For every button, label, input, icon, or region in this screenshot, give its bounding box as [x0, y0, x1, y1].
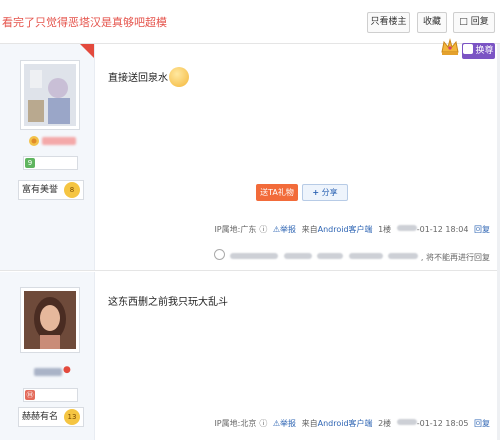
comment-notice-1: , 将不能再进行回复 — [211, 249, 490, 263]
avatar[interactable] — [24, 291, 76, 349]
year-blurred — [396, 225, 417, 231]
help-icon[interactable]: ⓘ — [259, 225, 267, 234]
level-icon: 9 — [25, 158, 35, 168]
report-link[interactable]: 举报 — [280, 225, 296, 234]
thread-title: 看完了只觉得恶塔汉是真够吧超模 — [2, 16, 167, 29]
level-box-2: Ⓜ — [23, 388, 78, 402]
username-blurred[interactable] — [34, 368, 62, 376]
medal-badge-icon — [29, 136, 39, 146]
post-date: -01-12 18:05 — [416, 419, 469, 428]
reply-button[interactable]: □ 回复 — [453, 12, 495, 33]
post-2: ● Ⓜ 赫赫有名 13 这东西删之前我只玩大乱斗 IP属地:北京 ⓘ ⚠举报 来自… — [0, 272, 500, 440]
rank-label: 赫赫有名 — [22, 412, 59, 422]
corner-ribbon — [80, 44, 94, 58]
clock-icon — [213, 249, 225, 260]
source-app-link[interactable]: Android客户端 — [318, 419, 373, 428]
avatar-frame-2 — [20, 287, 80, 353]
report-link[interactable]: 举报 — [280, 419, 296, 428]
blurred-text — [388, 253, 419, 259]
author-sidebar-1: 9 富有美誉 8 — [0, 44, 95, 270]
comment-icon: □ — [459, 17, 468, 27]
blurred-text — [348, 253, 383, 259]
post-meta-2: IP属地:北京 ⓘ ⚠举报 来自Android客户端 2楼 -01-12 18:0… — [211, 418, 490, 429]
reply-button-label: 回复 — [470, 17, 489, 27]
thread-header: 看完了只觉得恶塔汉是真够吧超模 只看楼主 收藏 □ 回复 — [0, 0, 500, 44]
blurred-text — [317, 253, 344, 259]
verified-icon: ● — [63, 365, 71, 375]
plus-icon: + — [312, 188, 320, 197]
blurred-text — [283, 253, 312, 259]
floor-number: 2楼 — [378, 419, 392, 428]
rank-medal-icon: 8 — [64, 182, 80, 198]
username-blurred[interactable] — [42, 137, 76, 145]
post-meta-1: IP属地:广东 ⓘ ⚠举报 来自Android客户端 1楼 -01-12 18:0… — [211, 224, 490, 235]
no-reply-notice: , 将不能再进行回复 — [420, 253, 490, 262]
source-prefix: 来自 — [301, 419, 318, 428]
source-app-link[interactable]: Android客户端 — [318, 225, 373, 234]
only-op-button[interactable]: 只看楼主 — [367, 12, 410, 33]
level-box-1: 9 — [23, 156, 78, 170]
post-content-2: 这东西删之前我只玩大乱斗 — [108, 293, 228, 308]
year-blurred — [396, 419, 417, 425]
rank-badge-1: 富有美誉 8 — [18, 180, 84, 200]
post-text: 直接送回泉水 — [108, 73, 168, 84]
warning-icon: ⚠ — [272, 419, 281, 428]
warning-icon: ⚠ — [272, 225, 281, 234]
source-prefix: 来自 — [301, 225, 318, 234]
send-gift-button[interactable]: 送TA礼物 — [256, 184, 298, 201]
angry-face-emoji-icon — [169, 67, 189, 87]
ip-location: IP属地:广东 — [214, 225, 257, 234]
help-icon[interactable]: ⓘ — [259, 419, 267, 428]
post-text: 这东西删之前我只玩大乱斗 — [108, 297, 228, 308]
share-button[interactable]: + 分享 — [302, 184, 348, 201]
reply-link[interactable]: 回复 — [474, 419, 490, 428]
post-content-1: 直接送回泉水 — [108, 67, 189, 87]
ip-location: IP属地:北京 — [214, 419, 257, 428]
author-sidebar-2: ● Ⓜ 赫赫有名 13 — [0, 272, 95, 440]
rank-medal-icon: 13 — [64, 409, 80, 425]
level-icon: Ⓜ — [25, 390, 35, 400]
post-date: -01-12 18:04 — [416, 225, 469, 234]
reply-link[interactable]: 回复 — [474, 225, 490, 234]
avatar-frame-1 — [20, 60, 80, 130]
favorite-button[interactable]: 收藏 — [417, 12, 447, 33]
rank-label: 富有美誉 — [22, 185, 59, 195]
post-1: 9 富有美誉 8 直接送回泉水 送TA礼物 + 分享 IP属地:广东 ⓘ ⚠举报 … — [0, 44, 500, 271]
floor-number: 1楼 — [378, 225, 392, 234]
rank-badge-2: 赫赫有名 13 — [18, 407, 84, 427]
share-label: 分享 — [321, 188, 338, 197]
avatar[interactable] — [24, 64, 76, 126]
blurred-text — [230, 253, 279, 259]
